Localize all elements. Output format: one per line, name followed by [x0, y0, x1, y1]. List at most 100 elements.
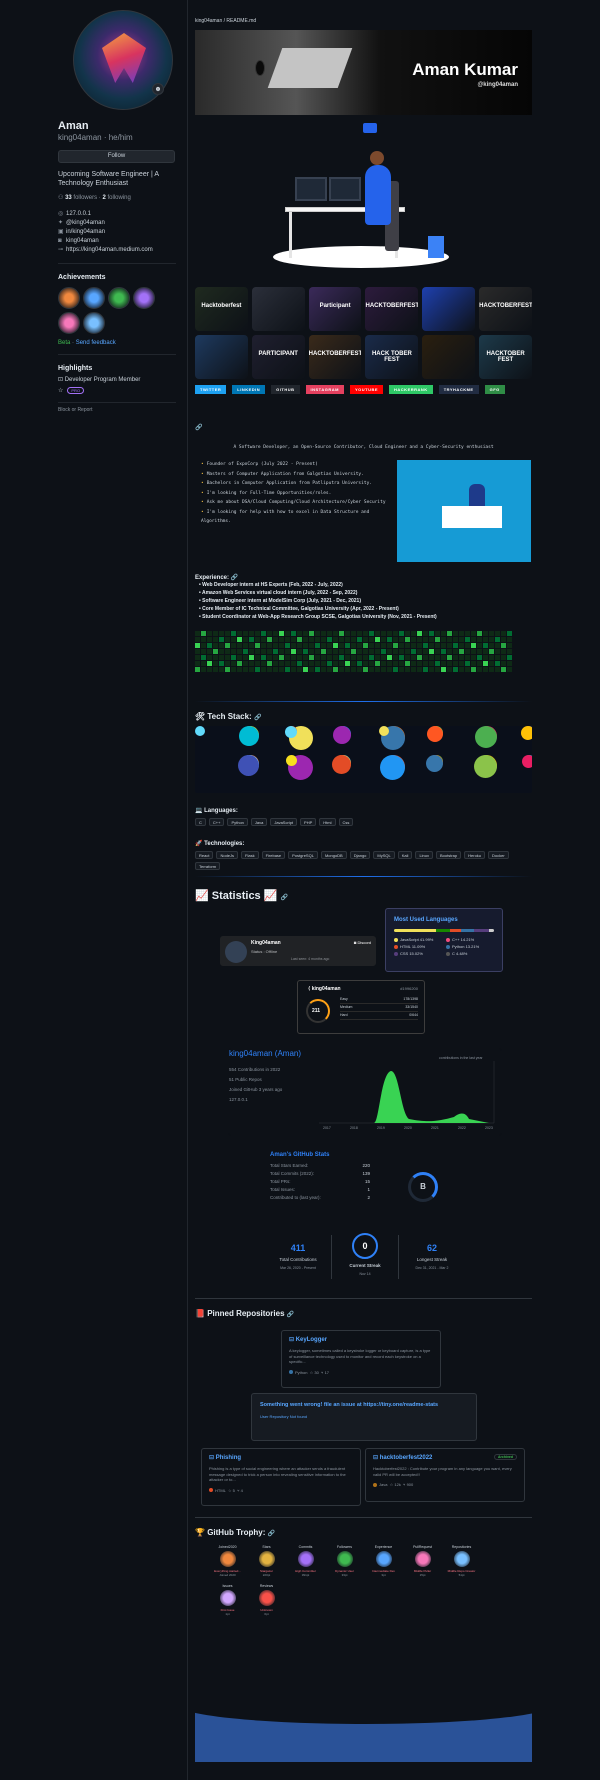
contribution-cell [375, 661, 380, 666]
social-badge-gfg[interactable]: GFG [484, 385, 505, 394]
repo-meta: Python ☆ 30 ⑂ 17 [289, 1370, 433, 1375]
contribution-cell [333, 643, 338, 648]
social-badge-instagram[interactable]: INSTAGRAM [305, 385, 344, 394]
trophy-title: Experience [374, 1545, 393, 1549]
trophy-item[interactable]: Reviews Unknown 0pt [248, 1584, 285, 1621]
repo-meta: Java ☆ 12k ⑂ 900 [373, 1482, 517, 1487]
contribution-cell [459, 637, 464, 642]
technology-tag: Firebase [261, 851, 286, 859]
contribution-cell [417, 631, 422, 636]
contribution-cell [243, 661, 248, 666]
contribution-cell [399, 655, 404, 660]
achievement-badge[interactable] [108, 287, 130, 309]
avatar[interactable]: ☻ [73, 10, 173, 110]
trophy-title: 🏆 GitHub Trophy: 🔗 [195, 1528, 276, 1537]
contribution-cell [423, 661, 428, 666]
contribution-cell [303, 631, 308, 636]
contribution-cell [405, 661, 410, 666]
trophy-item[interactable]: Joined2020 Everything started... Joined 20… [209, 1545, 246, 1582]
contribution-cell [261, 637, 266, 642]
contribution-cell [477, 637, 482, 642]
contribution-cell [357, 643, 362, 648]
send-feedback-link[interactable]: Send feedback [76, 340, 116, 346]
contribution-cell [357, 649, 362, 654]
repo-name[interactable]: ⊟ Phishing [209, 1454, 353, 1461]
contribution-cell [237, 655, 242, 660]
follow-button[interactable]: Follow [58, 150, 175, 163]
contribution-cell [243, 649, 248, 654]
contribution-cell [351, 667, 356, 672]
contribution-cell [495, 637, 500, 642]
achievement-badge[interactable] [58, 287, 80, 309]
followers-count[interactable]: 33 [65, 195, 72, 201]
contribution-cell [285, 655, 290, 660]
achievement-badge[interactable] [58, 312, 80, 334]
github-profile-summary-card: king04aman (Aman) 554 Contributions in 2… [228, 1048, 502, 1136]
location-icon: ◎ [58, 211, 64, 217]
social-badge-tryhackme[interactable]: TRYHACKME [438, 385, 479, 394]
statistics-section: Most Used Languages JavaScript 41.99% C++… [195, 908, 532, 1298]
contribution-cell [201, 631, 206, 636]
contribution-cell [357, 631, 362, 636]
contribution-cell [489, 655, 494, 660]
status-emoji-icon[interactable]: ☻ [152, 83, 164, 95]
technology-tag: NodeJs [216, 851, 239, 859]
anchor-link-icon[interactable]: 🔗 [195, 424, 532, 431]
achievement-badge[interactable] [133, 287, 155, 309]
contribution-cell [297, 649, 302, 654]
contribution-cell [507, 637, 512, 642]
readme-path[interactable]: king04aman / README.md [195, 18, 532, 24]
trophy-item[interactable]: PullRequest Middle Puller 15pt [404, 1545, 441, 1582]
following-count[interactable]: 2 [102, 195, 105, 201]
contribution-cell [471, 649, 476, 654]
trophy-item[interactable]: Repositories Middle Repo Creator 51pt [443, 1545, 480, 1582]
contribution-cell [195, 661, 200, 666]
twitter-row[interactable]: ✦ @king04aman [58, 219, 176, 228]
contribution-cell [369, 649, 374, 654]
repo-card-phishing[interactable]: ⊟ Phishing Phishing is a type of social … [201, 1448, 361, 1506]
contribution-cell [381, 667, 386, 672]
contribution-cell [213, 631, 218, 636]
contribution-cell [327, 637, 332, 642]
contribution-cell [387, 649, 392, 654]
contribution-cell [237, 661, 242, 666]
trophy-item[interactable]: Followers Dynamic User 33pt [326, 1545, 363, 1582]
contribution-cell [237, 667, 242, 672]
website-row[interactable]: ⊸ https://king04aman.medium.com [58, 246, 176, 255]
difficulty-rows: Easy 178/1398 Medium 33/1540 Hard 0/644 [340, 997, 418, 1021]
trophy-points: 391pt [301, 1573, 310, 1577]
social-badge-linkedin[interactable]: LINKEDIN [232, 385, 266, 394]
social-badge-twitter[interactable]: TWITTER [195, 385, 227, 394]
current-streak-date: Nov 14 [359, 1272, 371, 1276]
contribution-cell [333, 667, 338, 672]
contribution-cell [237, 637, 242, 642]
year-tick-label: 2018 [350, 1126, 358, 1130]
contribution-cell [423, 649, 428, 654]
error-title[interactable]: Something went wrong! file an issue at h… [260, 1402, 476, 1408]
experience-item: Student Coordinator at Web-App Research … [195, 613, 532, 621]
linkedin-row[interactable]: ▣ in/king04aman [58, 228, 176, 237]
social-badge-github[interactable]: GITHUB [271, 385, 300, 394]
social-badge-youtube[interactable]: YOUTUBE [349, 385, 384, 394]
tech-logo-icon [522, 755, 532, 768]
repo-card-hacktoberfest2022[interactable]: ⊟ hacktoberfest2022 Archived Hacktoberfes… [365, 1448, 525, 1502]
repo-card-keylogger[interactable]: ⊟ KeyLogger A keylogger, sometimes calle… [281, 1330, 441, 1388]
achievement-badge[interactable] [83, 312, 105, 334]
badge-label: HACKTOBERFEST [365, 303, 419, 309]
divider [58, 354, 176, 355]
contribution-cell [477, 661, 482, 666]
trophy-item[interactable]: Experience Intermediate Dev 3pt [365, 1545, 402, 1582]
contribution-cell [447, 637, 452, 642]
social-badge-hackerrank[interactable]: HACKERRANK [389, 385, 433, 394]
contribution-cell [231, 649, 236, 654]
trophy-item[interactable]: Stars Stargazer 220pt [248, 1545, 285, 1582]
repo-name[interactable]: ⊟ hacktoberfest2022 Archived [373, 1454, 517, 1461]
contribution-cell [465, 655, 470, 660]
block-or-report-link[interactable]: Block or Report [58, 407, 176, 413]
achievement-badge[interactable] [83, 287, 105, 309]
repo-name[interactable]: ⊟ KeyLogger [289, 1336, 433, 1343]
trophy-item[interactable]: Issues First Issue 1pt [209, 1584, 246, 1621]
instagram-row[interactable]: ◙ king04aman [58, 237, 176, 246]
profile-bio: Upcoming Software Engineer | A Technolog… [58, 171, 159, 187]
trophy-item[interactable]: Commits High Committer 391pt [287, 1545, 324, 1582]
